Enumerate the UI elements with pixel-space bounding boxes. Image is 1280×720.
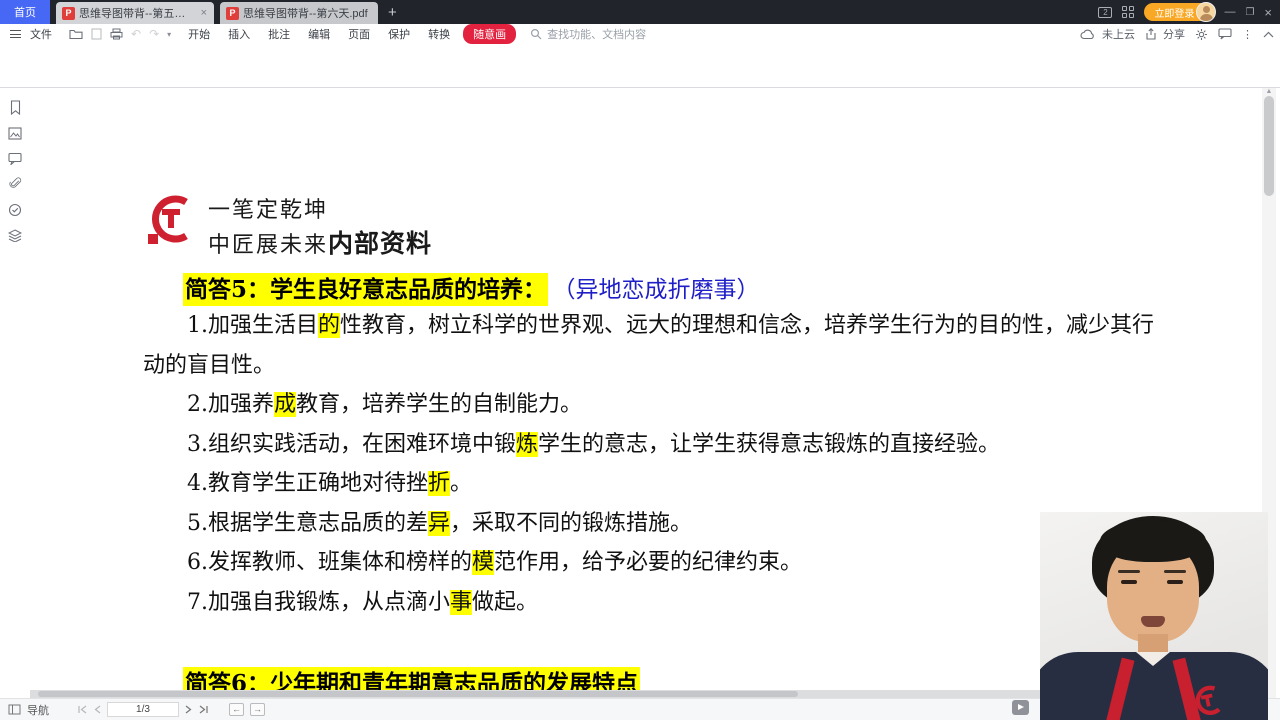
open-folder-icon[interactable]	[69, 28, 83, 40]
menu-edit[interactable]: 编辑	[299, 26, 339, 42]
list-item-6: 6.发挥教师、班集体和榜样的模范作用，给予必要的纪律约束。	[143, 543, 1158, 583]
tab-document-2-label: 思维导图带背--第六天.pdf	[243, 5, 372, 21]
list-item-5: 5.根据学生意志品质的差异，采取不同的锻炼措施。	[143, 504, 1158, 544]
stamp-seal-icon[interactable]	[8, 203, 22, 217]
layers-icon[interactable]	[8, 229, 22, 242]
tab-document-1-label: 思维导图带背--第五天.pdf	[79, 5, 196, 21]
navigation-label: 导航	[27, 702, 49, 718]
window-count-icon[interactable]: 2	[1098, 7, 1112, 18]
list-item-2: 2.加强养成教育，培养学生的自制能力。	[143, 385, 1158, 425]
avatar	[1196, 2, 1216, 22]
titlebar: 首页 P 思维导图带背--第五天.pdf × P 思维导图带背--第六天.pdf…	[0, 0, 1280, 24]
brand-slogan-2: 中匠展未来内部资料	[208, 224, 432, 260]
login-button[interactable]: 立即登录	[1144, 3, 1214, 21]
apps-grid-icon[interactable]	[1122, 6, 1134, 18]
menu-convert[interactable]: 转换	[419, 26, 459, 42]
collapse-toolbar-icon[interactable]	[1263, 31, 1274, 38]
menubar-right: 未上云 分享 ⋮	[1080, 24, 1274, 44]
feedback-icon[interactable]	[1218, 28, 1232, 40]
first-page-icon[interactable]	[77, 705, 88, 714]
answer-list: 1.加强生活目的性教育，树立科学的世界观、远大的理想和信念，培养学生行为的目的性…	[143, 306, 1158, 622]
share-button[interactable]: 分享	[1145, 26, 1185, 42]
search-placeholder: 查找功能、文档内容	[547, 26, 646, 42]
tab-document-1[interactable]: P 思维导图带背--第五天.pdf ×	[56, 2, 214, 24]
presenter-fringe	[1100, 520, 1206, 562]
menu-insert[interactable]: 插入	[219, 26, 259, 42]
section-heading-5: 简答5：学生良好意志品质的培养： （异地恋成折磨事）	[183, 270, 760, 304]
cloud-label: 未上云	[1102, 26, 1135, 42]
cloud-icon	[1080, 29, 1096, 40]
share-icon	[1145, 28, 1157, 40]
drawing-toolbar: 手型 选择 画曲线 画直线 颜色▾ 线条粗细 不透明度 1pt▾ 100%▾ 橡…	[0, 44, 1280, 88]
close-tab-icon[interactable]: ×	[200, 7, 208, 19]
menu-start[interactable]: 开始	[179, 26, 219, 42]
attachment-icon[interactable]	[9, 177, 22, 191]
redo-icon[interactable]: ↷	[149, 27, 159, 41]
scroll-up-icon[interactable]: ▲	[1262, 88, 1276, 96]
print-icon[interactable]	[110, 28, 123, 40]
tab-home-label: 首页	[14, 4, 36, 20]
list-item-1: 1.加强生活目的性教育，树立科学的世界观、远大的理想和信念，培养学生行为的目的性…	[143, 306, 1158, 385]
brand-slogan-1: 一笔定乾坤	[208, 192, 432, 224]
search-box[interactable]: 查找功能、文档内容	[530, 26, 646, 42]
pdf-icon: P	[62, 7, 75, 20]
cloud-status[interactable]: 未上云	[1080, 26, 1135, 42]
horizontal-scrollbar-thumb[interactable]	[38, 691, 798, 697]
heading-mnemonic-note: （异地恋成折磨事）	[564, 277, 760, 303]
close-button[interactable]: ×	[1264, 5, 1272, 20]
menu-annotate[interactable]: 批注	[259, 26, 299, 42]
menu-file[interactable]: 文件	[21, 26, 61, 42]
pdf-icon: P	[226, 7, 239, 20]
next-page-icon[interactable]	[185, 705, 192, 714]
last-page-icon[interactable]	[198, 705, 209, 714]
list-item-7: 7.加强自我锻炼，从点滴小事做起。	[143, 583, 1158, 623]
settings-gear-icon[interactable]	[1195, 28, 1208, 41]
navigation-toggle[interactable]: 导航	[8, 702, 49, 718]
left-panel-sidebar	[0, 88, 30, 698]
brand-logo-block: 一笔定乾坤 中匠展未来内部资料	[146, 192, 432, 260]
menu-icon[interactable]	[10, 30, 21, 38]
comment-icon[interactable]	[8, 152, 22, 165]
menu-protect[interactable]: 保护	[379, 26, 419, 42]
ct-logo-icon	[146, 192, 194, 246]
tab-document-2[interactable]: P 思维导图带背--第六天.pdf	[220, 2, 378, 24]
minimize-button[interactable]: —	[1224, 6, 1235, 18]
list-item-4: 4.教育学生正确地对待挫折。	[143, 464, 1158, 504]
play-button[interactable]	[1012, 700, 1029, 715]
more-commands-icon[interactable]: ▾	[167, 30, 171, 39]
menu-page[interactable]: 页面	[339, 26, 379, 42]
thumbnail-image-icon[interactable]	[8, 127, 22, 140]
document-icon[interactable]	[91, 28, 102, 40]
vertical-scrollbar-thumb[interactable]	[1264, 96, 1274, 196]
login-label: 立即登录	[1154, 5, 1194, 20]
tab-home[interactable]: 首页	[0, 0, 50, 24]
search-icon	[530, 28, 542, 40]
list-item-3: 3.组织实践活动，在困难环境中锻炼学生的意志，让学生获得意志锻炼的直接经验。	[143, 425, 1158, 465]
next-view-button[interactable]: →	[250, 703, 265, 716]
free-draw-button[interactable]: 随意画	[463, 24, 516, 44]
webcam-overlay	[1040, 512, 1268, 720]
bookmark-icon[interactable]	[9, 100, 22, 115]
page-indicator-input[interactable]: 1/3	[107, 702, 179, 717]
new-tab-button[interactable]: +	[378, 0, 407, 24]
share-label: 分享	[1163, 26, 1185, 42]
navigation-panel-icon	[8, 704, 21, 715]
undo-icon[interactable]: ↶	[131, 27, 141, 41]
heading-highlight: 简答5：学生良好意志品质的培养：	[183, 273, 548, 306]
previous-view-button[interactable]: ←	[229, 703, 244, 716]
more-options-icon[interactable]: ⋮	[1242, 28, 1253, 41]
previous-page-icon[interactable]	[94, 705, 101, 714]
maximize-button[interactable]: ❐	[1245, 7, 1254, 18]
